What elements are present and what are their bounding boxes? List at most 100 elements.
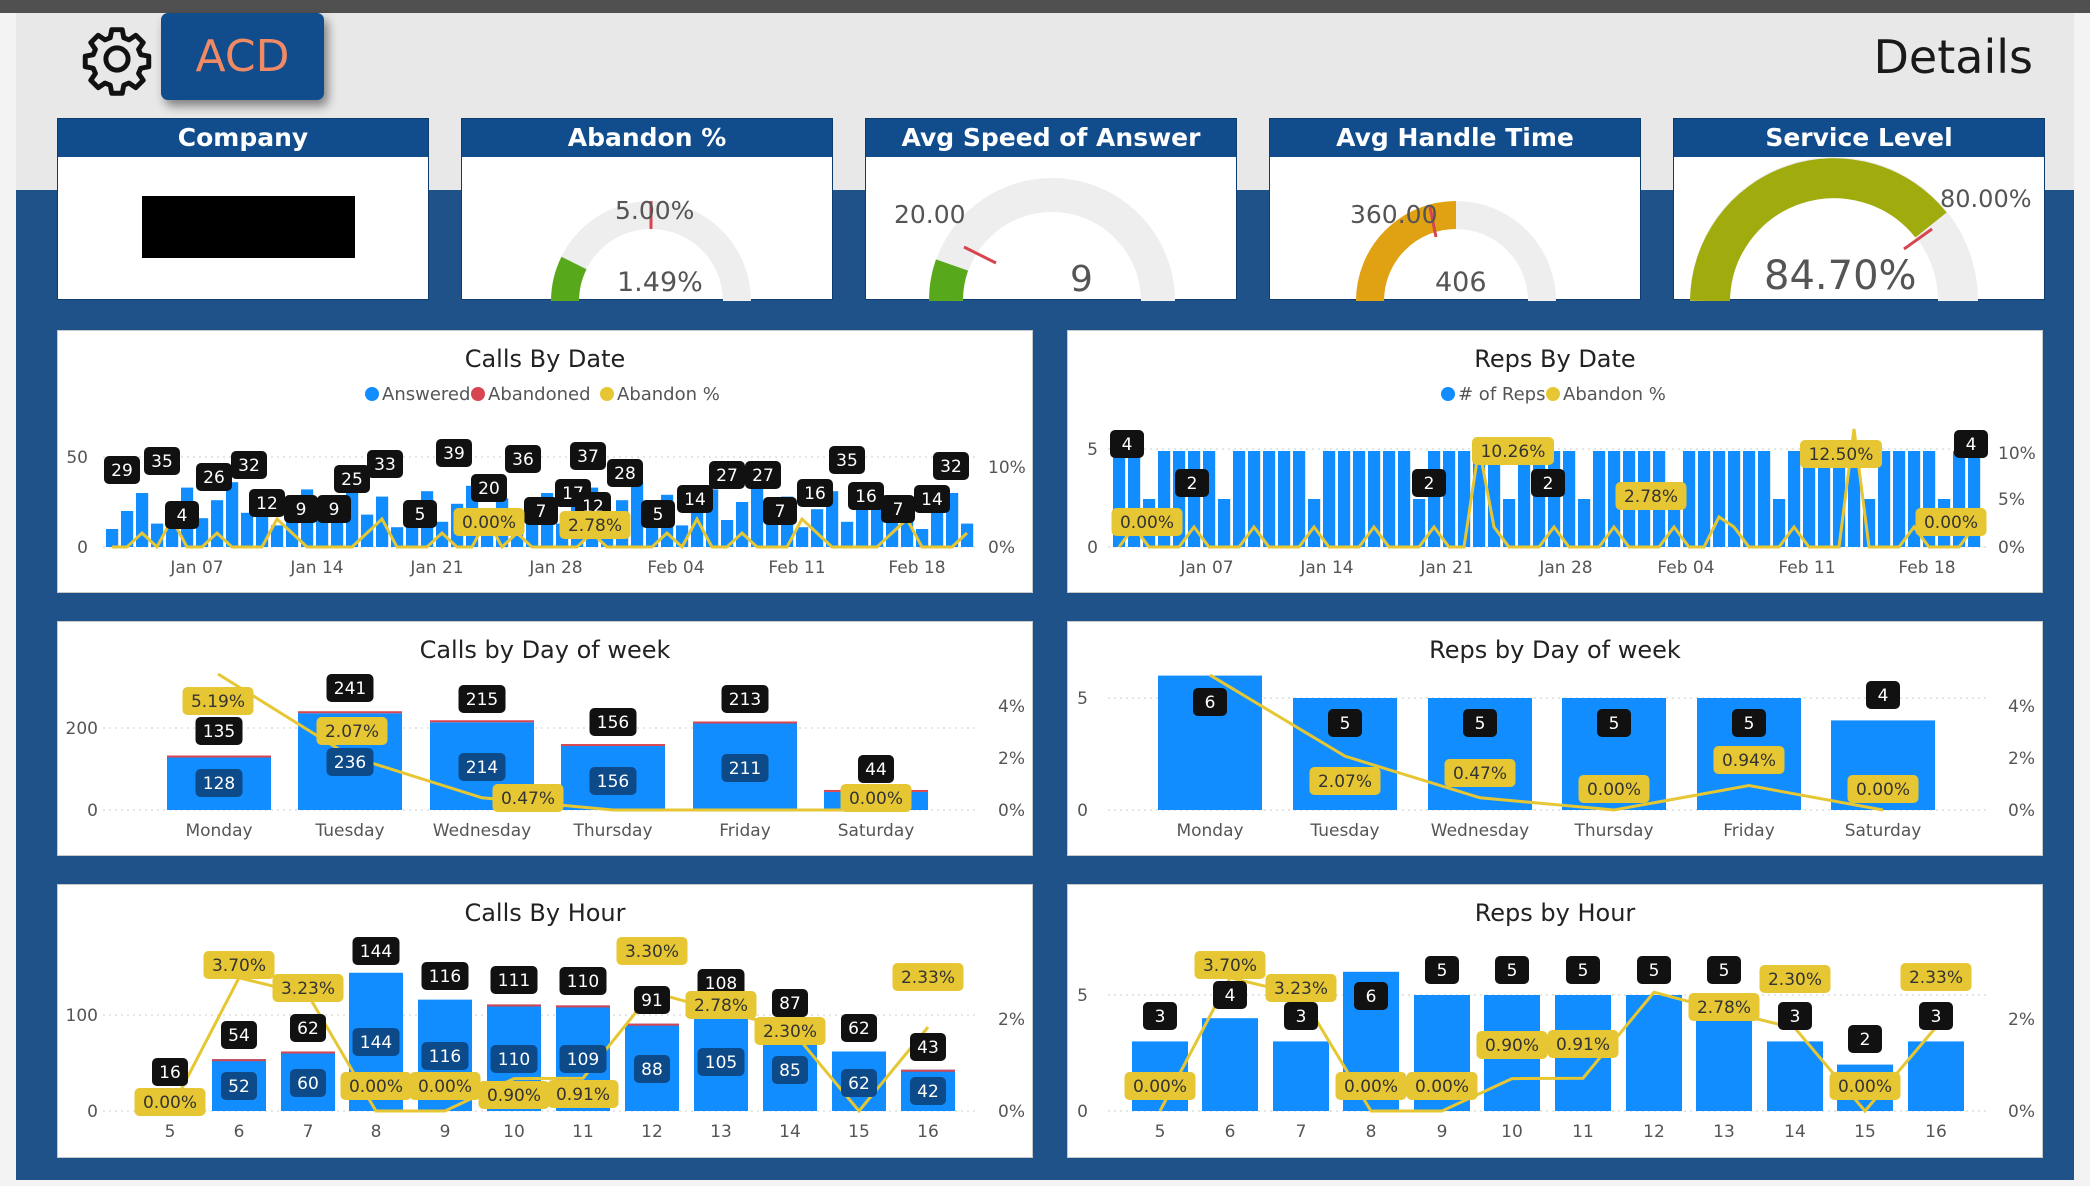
pct-label: 2.78%: [568, 516, 622, 536]
x-tick: 14: [779, 1122, 801, 1142]
data-label: 39: [443, 444, 465, 464]
bar[interactable]: [1518, 451, 1531, 547]
bar[interactable]: [1458, 451, 1471, 547]
y2-tick: 0%: [998, 801, 1025, 821]
x-tick: 5: [1155, 1122, 1166, 1142]
window-top-bar: [0, 0, 2090, 13]
data-label: 5: [1649, 961, 1660, 981]
data-label: 6: [1205, 693, 1216, 713]
reps-by-date-panel: Reps By Date # of Reps Abandon % 0 5 0% 5% 10% J…: [1067, 330, 2043, 593]
bar[interactable]: [316, 520, 329, 547]
data-label: 87: [779, 994, 801, 1014]
inner-label: 116: [429, 1047, 461, 1067]
legend-item[interactable]: Answered: [382, 384, 470, 405]
bar[interactable]: [1233, 451, 1246, 547]
x-tick: Feb 11: [1778, 558, 1835, 578]
data-label: 36: [512, 450, 534, 470]
data-label: 5: [1719, 961, 1730, 981]
bar[interactable]: [106, 529, 119, 547]
data-label: 3: [1155, 1007, 1166, 1027]
bar[interactable]: [736, 502, 749, 547]
x-tick: Jan 07: [169, 558, 223, 578]
data-label: 7: [536, 502, 547, 522]
bar[interactable]: [1353, 451, 1366, 547]
pct-label: 0.00%: [849, 789, 903, 809]
gauge-value: 84.70%: [1764, 253, 1917, 299]
bar[interactable]: [841, 521, 854, 547]
chart-title: Calls By Date: [465, 345, 626, 373]
x-tick: Feb 04: [647, 558, 704, 578]
bar[interactable]: [1308, 499, 1321, 547]
pct-label: 2.07%: [325, 722, 379, 742]
y2-tick: 2%: [998, 1010, 1025, 1030]
bar[interactable]: [1273, 1041, 1329, 1111]
data-label: 12: [256, 494, 278, 514]
x-tick: 10: [503, 1122, 525, 1142]
pct-label: 2.30%: [763, 1022, 817, 1042]
pct-label: 3.23%: [281, 979, 335, 999]
x-tick: Saturday: [1845, 821, 1922, 841]
asa-gauge: 20.00 9: [894, 178, 1175, 301]
pct-label: 0.00%: [1587, 780, 1641, 800]
x-tick: 12: [641, 1122, 663, 1142]
bar[interactable]: [1323, 451, 1336, 547]
bar[interactable]: [1578, 499, 1591, 547]
data-label: 16: [804, 484, 826, 504]
bar[interactable]: [1593, 451, 1606, 547]
bar[interactable]: [1893, 451, 1906, 547]
bar[interactable]: [1533, 451, 1546, 547]
abandoned-segment: [561, 744, 665, 747]
data-label: 29: [111, 461, 133, 481]
data-label: 91: [641, 991, 663, 1011]
bar[interactable]: [1743, 451, 1756, 547]
bar[interactable]: [1218, 499, 1231, 547]
bar[interactable]: [1293, 451, 1306, 547]
bar[interactable]: [211, 500, 224, 547]
inner-label: 60: [297, 1074, 319, 1094]
bar[interactable]: [1383, 451, 1396, 547]
pct-label: 2.33%: [901, 968, 955, 988]
acd-button[interactable]: ACD: [161, 13, 324, 100]
legend-item[interactable]: Abandoned: [488, 384, 591, 405]
bar[interactable]: [1563, 451, 1576, 547]
bar[interactable]: [1202, 1018, 1258, 1111]
bar[interactable]: [1443, 451, 1456, 547]
gear-icon[interactable]: [80, 22, 154, 96]
bar[interactable]: [226, 482, 239, 547]
legend-marker: [1546, 387, 1560, 401]
data-label: 62: [848, 1019, 870, 1039]
calls-by-day-of-week-panel: Calls by Day of week 0 200 0% 2% 4% Monday Tues…: [57, 621, 1033, 856]
bar[interactable]: [1398, 451, 1411, 547]
bar[interactable]: [1626, 995, 1682, 1111]
pct-label: 0.00%: [1120, 513, 1174, 533]
pct-label: 5.19%: [191, 692, 245, 712]
bar[interactable]: [856, 503, 869, 547]
bar[interactable]: [1338, 451, 1351, 547]
x-tick: Jan 14: [289, 558, 343, 578]
bar[interactable]: [1758, 451, 1771, 547]
legend-item[interactable]: # of Reps: [1458, 384, 1545, 405]
x-tick: 11: [1572, 1122, 1594, 1142]
bar[interactable]: [1203, 451, 1216, 547]
data-label: 4: [1878, 686, 1889, 706]
bar[interactable]: [751, 484, 764, 547]
x-tick: Wednesday: [433, 821, 531, 841]
legend-item[interactable]: Abandon %: [1563, 384, 1666, 405]
data-label: 156: [597, 713, 629, 733]
legend-item[interactable]: Abandon %: [617, 384, 720, 405]
bar[interactable]: [796, 527, 809, 547]
page-title: Details: [1873, 30, 2033, 84]
bar[interactable]: [1698, 451, 1711, 547]
pct-label: 0.47%: [501, 789, 555, 809]
data-label: 116: [429, 967, 461, 987]
bar[interactable]: [1278, 451, 1291, 547]
bar[interactable]: [1713, 451, 1726, 547]
x-tick: 10: [1501, 1122, 1523, 1142]
y2-tick: 0%: [2008, 1102, 2035, 1122]
inner-label: 52: [228, 1077, 250, 1097]
bar[interactable]: [241, 512, 254, 547]
bar[interactable]: [1263, 451, 1276, 547]
bar[interactable]: [931, 511, 944, 547]
chart-title: Reps By Date: [1474, 345, 1635, 373]
data-label: 144: [360, 942, 392, 962]
